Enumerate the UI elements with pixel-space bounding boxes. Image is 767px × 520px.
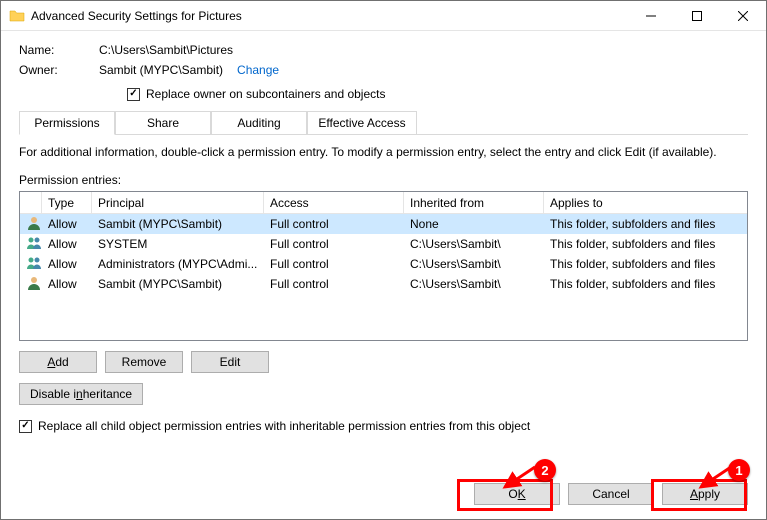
content-area: Name: C:\Users\Sambit\Pictures Owner: Sa… — [1, 31, 766, 475]
user-icon — [20, 275, 42, 294]
advanced-security-window: Advanced Security Settings for Pictures … — [0, 0, 767, 520]
disable-inheritance-button[interactable]: Disable inheritance — [19, 383, 143, 405]
replace-child-row: Replace all child object permission entr… — [19, 419, 748, 433]
window-controls — [628, 1, 766, 30]
name-label: Name: — [19, 43, 99, 57]
change-owner-link[interactable]: Change — [237, 63, 279, 77]
titlebar: Advanced Security Settings for Pictures — [1, 1, 766, 31]
cell-inherited: C:\Users\Sambit\ — [404, 237, 544, 251]
dialog-buttons: OK Cancel Apply — [1, 475, 766, 519]
user-icon — [20, 255, 42, 274]
cell-applies: This folder, subfolders and files — [544, 257, 747, 271]
col-applies[interactable]: Applies to — [544, 192, 747, 213]
apply-button[interactable]: Apply — [662, 483, 748, 505]
cell-principal: Administrators (MYPC\Admi... — [92, 257, 264, 271]
cell-access: Full control — [264, 257, 404, 271]
table-row[interactable]: AllowSambit (MYPC\Sambit)Full controlNon… — [20, 214, 747, 234]
info-text: For additional information, double-click… — [19, 145, 748, 159]
cell-applies: This folder, subfolders and files — [544, 237, 747, 251]
owner-row: Owner: Sambit (MYPC\Sambit) Change — [19, 63, 748, 77]
add-text: dd — [55, 355, 68, 369]
maximize-button[interactable] — [674, 1, 720, 30]
permission-entries-label: Permission entries: — [19, 173, 748, 187]
col-icon[interactable] — [20, 192, 42, 213]
close-button[interactable] — [720, 1, 766, 30]
annotation-badge-2: 2 — [534, 459, 556, 481]
owner-value: Sambit (MYPC\Sambit) — [99, 63, 223, 77]
table-row[interactable]: AllowSYSTEMFull controlC:\Users\Sambit\T… — [20, 234, 747, 254]
user-icon — [20, 215, 42, 234]
tab-share[interactable]: Share — [115, 111, 211, 134]
replace-child-label: Replace all child object permission entr… — [38, 419, 530, 433]
table-body: AllowSambit (MYPC\Sambit)Full controlNon… — [20, 214, 747, 294]
table-header: Type Principal Access Inherited from App… — [20, 192, 747, 214]
minimize-button[interactable] — [628, 1, 674, 30]
cell-principal: Sambit (MYPC\Sambit) — [92, 217, 264, 231]
col-inherited[interactable]: Inherited from — [404, 192, 544, 213]
cell-inherited: C:\Users\Sambit\ — [404, 277, 544, 291]
cell-type: Allow — [42, 237, 92, 251]
folder-icon — [9, 8, 25, 24]
col-type[interactable]: Type — [42, 192, 92, 213]
user-icon — [20, 235, 42, 254]
remove-button[interactable]: Remove — [105, 351, 183, 373]
entry-buttons: Add Remove Edit — [19, 351, 748, 373]
cell-access: Full control — [264, 237, 404, 251]
edit-button[interactable]: Edit — [191, 351, 269, 373]
cell-applies: This folder, subfolders and files — [544, 217, 747, 231]
cell-inherited: C:\Users\Sambit\ — [404, 257, 544, 271]
replace-child-checkbox[interactable] — [19, 420, 32, 433]
col-access[interactable]: Access — [264, 192, 404, 213]
tab-auditing[interactable]: Auditing — [211, 111, 307, 134]
tabs-container: Permissions Share Auditing Effective Acc… — [19, 111, 748, 135]
replace-owner-label: Replace owner on subcontainers and objec… — [146, 87, 385, 101]
cell-access: Full control — [264, 217, 404, 231]
owner-label: Owner: — [19, 63, 99, 77]
tabs: Permissions Share Auditing Effective Acc… — [19, 111, 748, 134]
annotation-badge-1: 1 — [728, 459, 750, 481]
tab-underline — [19, 134, 748, 135]
col-principal[interactable]: Principal — [92, 192, 264, 213]
cell-access: Full control — [264, 277, 404, 291]
cell-type: Allow — [42, 277, 92, 291]
replace-owner-row: Replace owner on subcontainers and objec… — [127, 87, 748, 101]
tab-permissions[interactable]: Permissions — [19, 111, 115, 135]
cancel-button[interactable]: Cancel — [568, 483, 654, 505]
window-title: Advanced Security Settings for Pictures — [31, 9, 628, 23]
name-row: Name: C:\Users\Sambit\Pictures — [19, 43, 748, 57]
cell-applies: This folder, subfolders and files — [544, 277, 747, 291]
permission-entries-table[interactable]: Type Principal Access Inherited from App… — [19, 191, 748, 341]
cell-principal: Sambit (MYPC\Sambit) — [92, 277, 264, 291]
replace-owner-checkbox[interactable] — [127, 88, 140, 101]
inheritance-buttons: Disable inheritance — [19, 383, 748, 405]
cell-principal: SYSTEM — [92, 237, 264, 251]
name-value: C:\Users\Sambit\Pictures — [99, 43, 233, 57]
cell-type: Allow — [42, 257, 92, 271]
add-button[interactable]: Add — [19, 351, 97, 373]
cell-type: Allow — [42, 217, 92, 231]
ok-button[interactable]: OK — [474, 483, 560, 505]
table-row[interactable]: AllowAdministrators (MYPC\Admi...Full co… — [20, 254, 747, 274]
cell-inherited: None — [404, 217, 544, 231]
table-row[interactable]: AllowSambit (MYPC\Sambit)Full controlC:\… — [20, 274, 747, 294]
tab-effective-access[interactable]: Effective Access — [307, 111, 417, 134]
